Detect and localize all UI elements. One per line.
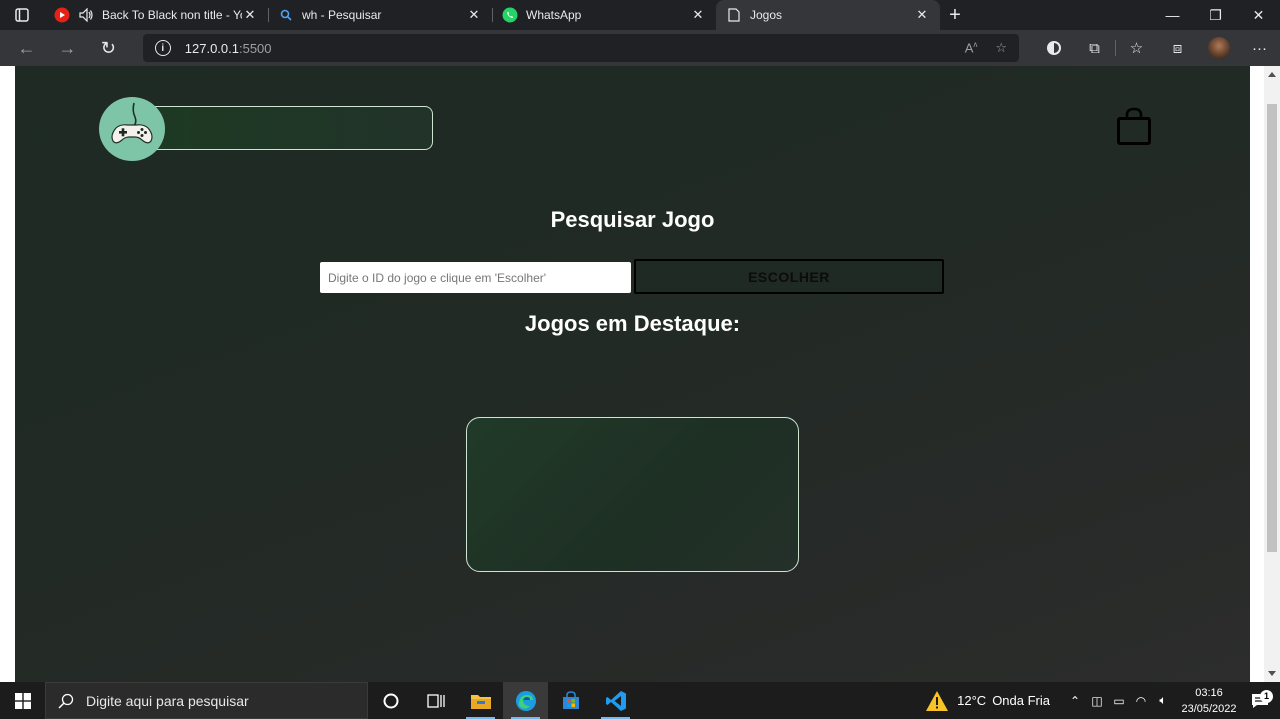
search-icon [278, 7, 294, 23]
close-icon[interactable]: ✕ [690, 7, 706, 23]
chevron-up-icon[interactable]: ⌃ [1064, 694, 1086, 708]
choose-button[interactable]: ESCOLHER [634, 259, 944, 294]
tab-strip: Back To Black non title - You ✕ wh - Pes… [0, 0, 1280, 30]
game-id-input[interactable] [320, 262, 631, 293]
system-tray: 12°C Onda Fria ⌃ ◫ ▭ ◠ 🔈︎ 03:16 23/05/20… [925, 682, 1280, 719]
edge-icon [515, 690, 536, 711]
forward-button[interactable]: → [47, 30, 88, 66]
clock-date: 23/05/2022 [1181, 702, 1237, 715]
new-tab-button[interactable]: + [940, 0, 970, 30]
start-button[interactable] [0, 682, 45, 719]
refresh-button[interactable]: ↻ [88, 30, 129, 66]
vscode-icon [605, 690, 626, 711]
restore-button[interactable]: ❐ [1194, 0, 1237, 30]
windows-logo-icon [14, 692, 31, 709]
url-port: :5500 [238, 40, 272, 56]
extension-circle-icon[interactable] [1033, 30, 1074, 66]
cortana-icon [383, 693, 398, 708]
read-aloud-icon[interactable]: Aʌ [965, 40, 978, 56]
notification-badge: 1 [1260, 689, 1273, 703]
speaker-icon[interactable] [78, 7, 94, 23]
add-favorite-icon[interactable]: ☆ [995, 40, 1007, 56]
address-bar-actions: Aʌ ☆ [965, 40, 1007, 56]
close-icon[interactable]: ✕ [242, 7, 258, 23]
taskbar-search-box[interactable]: Digite aqui para pesquisar [45, 682, 368, 719]
favorites-icon[interactable]: ☆ [1116, 30, 1157, 66]
weather-temperature[interactable]: 12°C [957, 693, 986, 708]
task-view-button[interactable] [413, 682, 458, 719]
tab-title: WhatsApp [526, 8, 582, 22]
page-icon [726, 7, 742, 23]
scroll-up-icon[interactable] [1268, 72, 1276, 77]
featured-title: Jogos em Destaque: [524, 311, 741, 336]
collections-icon[interactable]: ⧈ [1157, 30, 1198, 66]
tab-title: Jogos [750, 8, 783, 22]
windows-taskbar: Digite aqui para pesquisar 12°C Onda Fri… [0, 682, 1280, 719]
clock-time: 03:16 [1195, 686, 1223, 699]
action-center-button[interactable]: 1 [1240, 689, 1280, 709]
tab-actions-button[interactable] [0, 0, 44, 30]
weather-condition[interactable]: Onda Fria [992, 693, 1050, 708]
whatsapp-icon [502, 7, 518, 23]
scroll-down-icon[interactable] [1268, 671, 1276, 676]
gamepad-logo[interactable] [99, 97, 165, 161]
browser-toolbar: ← → ↻ i 127.0.0.1:5500 Aʌ ☆ ⧉ ☆ ⧈ ··· [0, 30, 1280, 66]
gamepad-icon [111, 102, 153, 144]
taskbar-file-explorer[interactable] [458, 682, 503, 719]
cortana-button[interactable] [368, 682, 413, 719]
page-content: Pesquisar Jogo ESCOLHER Jogos em Destaqu… [15, 66, 1250, 682]
tab-youtube[interactable]: Back To Black non title - You ✕ [44, 0, 268, 30]
volume-icon[interactable]: 🔈︎ [1152, 693, 1174, 708]
tab-title: Back To Black non title - You [102, 8, 242, 22]
tab-jogos[interactable]: Jogos ✕ [716, 0, 940, 30]
search-title: Pesquisar Jogo [550, 207, 715, 232]
folder-icon [470, 694, 491, 709]
search-icon [58, 693, 74, 709]
minimize-button[interactable]: — [1151, 0, 1194, 30]
header-logo-bar [128, 106, 433, 150]
close-icon[interactable]: ✕ [466, 7, 482, 23]
back-button[interactable]: ← [6, 30, 47, 66]
battery-icon[interactable]: ▭ [1108, 694, 1130, 708]
shopping-bag-icon [1117, 107, 1151, 145]
youtube-icon [54, 7, 70, 23]
more-menu-icon[interactable]: ··· [1239, 30, 1280, 66]
store-icon [562, 690, 579, 709]
taskbar-edge[interactable] [503, 682, 548, 719]
profile-avatar[interactable] [1198, 30, 1239, 66]
taskbar-vscode[interactable] [593, 682, 638, 719]
page-scrollbar[interactable] [1264, 66, 1280, 682]
taskbar-clock[interactable]: 03:16 23/05/2022 [1178, 685, 1240, 717]
window-close-button[interactable]: ✕ [1237, 0, 1280, 30]
browser-tools: ⧉ ☆ ⧈ ··· [1033, 30, 1280, 66]
warning-icon[interactable] [925, 690, 949, 712]
url-host: 127.0.0.1 [184, 40, 239, 56]
close-icon[interactable]: ✕ [914, 7, 930, 23]
address-bar[interactable]: i 127.0.0.1:5500 Aʌ ☆ [142, 34, 1020, 62]
scrollbar-thumb[interactable] [1267, 104, 1277, 552]
taskbar-search-placeholder: Digite aqui para pesquisar [86, 692, 249, 709]
task-view-icon [426, 693, 445, 708]
tab-title: wh - Pesquisar [302, 8, 382, 22]
window-controls: — ❐ ✕ [1151, 0, 1280, 30]
taskbar-store[interactable] [548, 682, 593, 719]
extensions-icon[interactable]: ⧉ [1074, 30, 1115, 66]
featured-game-card[interactable] [466, 417, 799, 572]
site-info-icon[interactable]: i [154, 40, 171, 56]
tab-whatsapp[interactable]: WhatsApp ✕ [492, 0, 716, 30]
wifi-icon[interactable]: ◠ [1130, 694, 1152, 708]
shopping-bag-button[interactable] [1117, 107, 1151, 150]
tab-actions-icon [15, 8, 29, 22]
tab-search[interactable]: wh - Pesquisar ✕ [268, 0, 492, 30]
meet-now-icon[interactable]: ◫ [1086, 694, 1108, 708]
page-viewport: Pesquisar Jogo ESCOLHER Jogos em Destaqu… [0, 66, 1280, 682]
